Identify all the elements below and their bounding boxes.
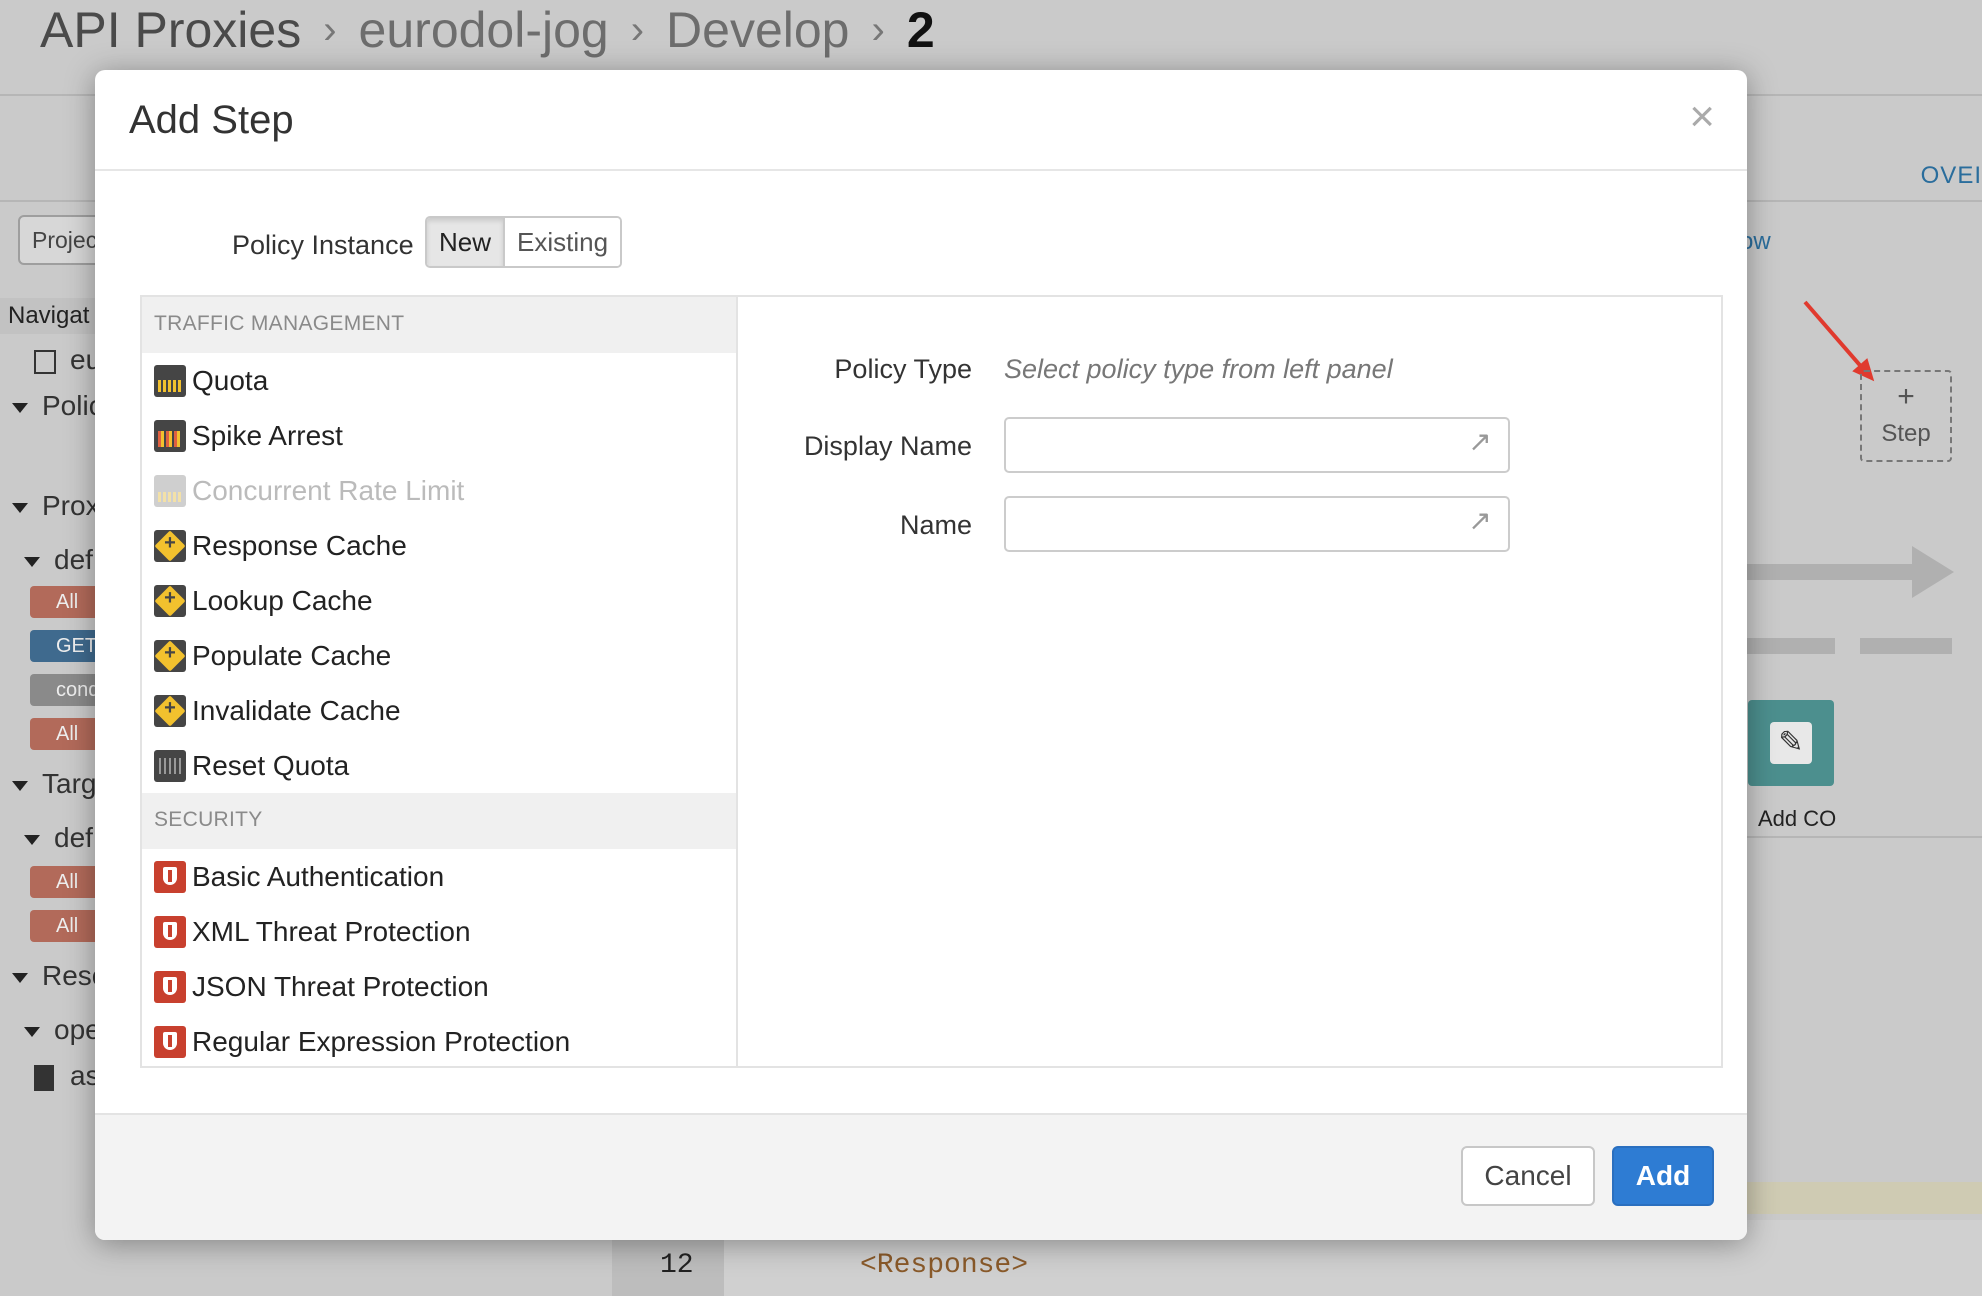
nav-section-target-endpoints[interactable]: Targ: [12, 768, 96, 800]
chevron-right-icon: ›: [871, 7, 885, 52]
breadcrumb-proxy[interactable]: eurodol-jog: [359, 1, 609, 59]
breadcrumb-api-proxies[interactable]: API Proxies: [40, 1, 301, 59]
chevron-right-icon: ›: [630, 7, 645, 52]
caret-down-icon: [12, 780, 28, 791]
close-icon[interactable]: ×: [1689, 92, 1715, 142]
policy-item-spike-arrest[interactable]: Spike Arrest: [142, 408, 736, 463]
document-icon: [34, 349, 56, 374]
name-field[interactable]: [1004, 496, 1510, 552]
add-step-dialog: Add Step × Policy Instance New Existing …: [95, 70, 1747, 1240]
policy-type-hint: Select policy type from left panel: [1004, 354, 1393, 384]
policy-item-regex-protection[interactable]: Regular Expression Protection: [142, 1014, 736, 1066]
quota-icon: [154, 364, 186, 397]
line-number: 12: [660, 1250, 694, 1281]
nav-item-default[interactable]: def: [24, 822, 93, 854]
policy-instance-label: Policy Instance: [232, 230, 414, 260]
policy-item-response-cache[interactable]: Response Cache: [142, 518, 736, 573]
policy-item-reset-quota[interactable]: Reset Quota: [142, 738, 736, 793]
shield-icon: [154, 970, 186, 1003]
policy-form: Policy Type Select policy type from left…: [740, 297, 1721, 1066]
divider: [1745, 836, 1982, 838]
policy-type-label: Policy Type: [834, 354, 972, 384]
caret-down-icon: [24, 834, 40, 845]
policy-item-json-threat-protection[interactable]: JSON Threat Protection: [142, 959, 736, 1014]
policy-item-invalidate-cache[interactable]: Invalidate Cache: [142, 683, 736, 738]
policy-item-basic-authentication[interactable]: Basic Authentication: [142, 849, 736, 904]
cache-icon: [154, 584, 186, 617]
shield-icon: [154, 915, 186, 948]
highlight-strip: [1745, 1182, 1982, 1214]
policy-panel: TRAFFIC MANAGEMENT Quota Spike Arrest Co…: [140, 295, 1723, 1068]
caret-down-icon: [24, 1026, 40, 1037]
pencil-icon: ✎: [1770, 722, 1812, 764]
breadcrumb: API Proxies › eurodol-jog › Develop › 2: [40, 0, 935, 60]
breadcrumb-develop[interactable]: Develop: [666, 1, 849, 59]
policy-type-list[interactable]: TRAFFIC MANAGEMENT Quota Spike Arrest Co…: [142, 297, 738, 1066]
dialog-footer: Cancel Add: [95, 1113, 1747, 1240]
caret-down-icon: [12, 502, 28, 513]
tab-overview[interactable]: OVEI: [1921, 162, 1982, 190]
category-header: TRAFFIC MANAGEMENT: [142, 297, 736, 353]
cache-icon: [154, 639, 186, 672]
cancel-button[interactable]: Cancel: [1461, 1146, 1595, 1206]
add-co-label: Add CO: [1758, 806, 1837, 831]
breadcrumb-revision: 2: [906, 2, 935, 58]
caret-down-icon: [12, 402, 28, 413]
policy-instance-toggle: New Existing: [425, 216, 623, 268]
cache-icon: [154, 694, 186, 727]
flow-bar: [1745, 638, 1835, 654]
display-name-field[interactable]: [1004, 417, 1510, 473]
nav-item-openapi[interactable]: ope: [24, 1014, 101, 1046]
add-button[interactable]: Add: [1612, 1146, 1714, 1206]
policy-item-lookup-cache[interactable]: Lookup Cache: [142, 573, 736, 628]
shield-icon: [154, 860, 186, 893]
nav-section-proxy-endpoints[interactable]: Prox: [12, 490, 100, 522]
file-icon: [34, 1064, 54, 1091]
flow-arrow-icon: [1912, 546, 1954, 598]
name-label: Name: [899, 510, 972, 540]
policy-instance-existing-button[interactable]: Existing: [505, 218, 621, 266]
caret-down-icon: [12, 972, 28, 983]
add-step-box[interactable]: + Step: [1860, 370, 1952, 462]
caret-down-icon: [24, 556, 40, 567]
policy-item-xml-threat-protection[interactable]: XML Threat Protection: [142, 904, 736, 959]
edit-pointer-icon: ↗: [1468, 505, 1492, 536]
spike-arrest-icon: [154, 419, 186, 452]
dialog-title: Add Step: [129, 98, 294, 142]
nav-item-default[interactable]: def: [24, 544, 93, 576]
flow-bar: [1862, 564, 1912, 580]
policy-item-concurrent-rate-limit: Concurrent Rate Limit: [142, 463, 736, 518]
nav-section-policies[interactable]: Polic: [12, 390, 103, 422]
cache-icon: [154, 529, 186, 562]
chevron-right-icon: ›: [323, 7, 337, 52]
add-conditional-flow-tile[interactable]: ✎: [1748, 700, 1834, 786]
flow-bar: [1860, 638, 1952, 654]
dialog-header: Add Step ×: [95, 70, 1747, 171]
annotation-arrow: [1803, 300, 1866, 372]
edit-pointer-icon: ↗: [1468, 426, 1492, 457]
policy-instance-new-button[interactable]: New: [427, 218, 506, 266]
concurrent-rate-limit-icon: [154, 474, 186, 507]
nav-item-asset[interactable]: as: [34, 1060, 100, 1092]
step-label: Step: [1881, 420, 1931, 447]
code-line: <Response>: [860, 1250, 1029, 1281]
policy-item-populate-cache[interactable]: Populate Cache: [142, 628, 736, 683]
policy-item-quota[interactable]: Quota: [142, 353, 736, 408]
nav-item[interactable]: eu: [34, 344, 101, 376]
plus-icon: +: [1897, 380, 1915, 413]
shield-icon: [154, 1025, 186, 1058]
nav-section-resources[interactable]: Reso: [12, 960, 107, 992]
display-name-label: Display Name: [803, 431, 972, 461]
reset-quota-icon: [154, 749, 186, 782]
category-header: SECURITY: [142, 793, 736, 849]
